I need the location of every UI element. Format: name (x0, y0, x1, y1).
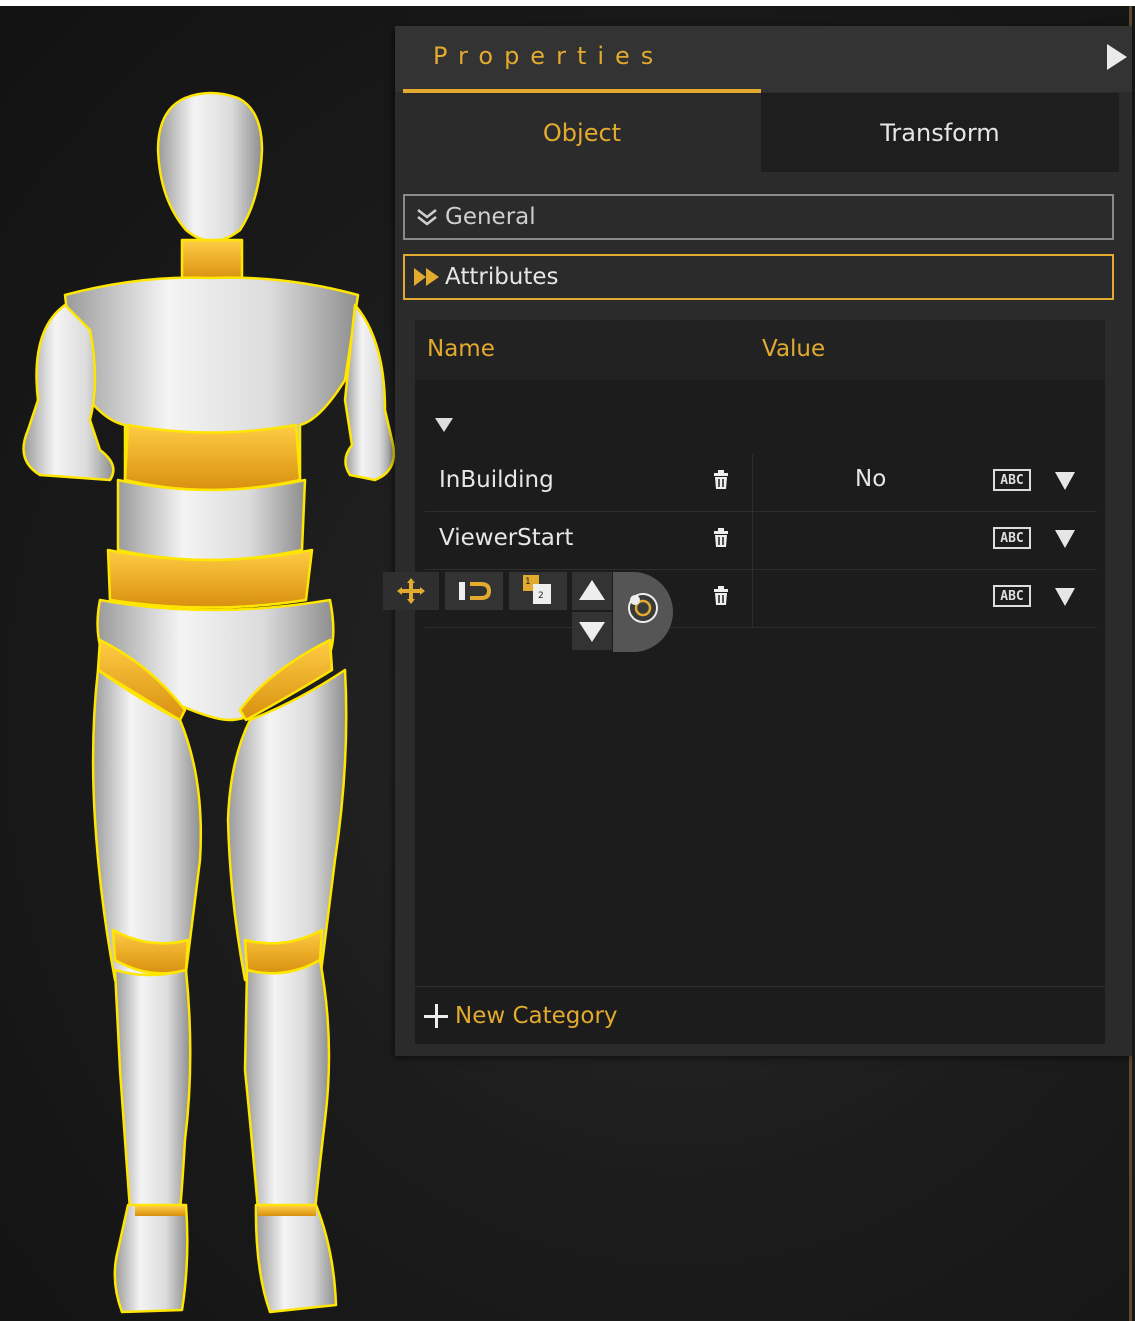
table-header: Name Value (415, 320, 1105, 380)
trash-icon[interactable] (712, 528, 730, 554)
move-icon[interactable] (383, 572, 439, 610)
trash-icon[interactable] (712, 470, 730, 496)
expand-toggle-icon[interactable] (435, 418, 453, 432)
dropdown-arrow-icon[interactable] (1055, 472, 1075, 490)
selected-mannequin-model[interactable] (0, 80, 420, 1320)
section-attributes-label: Attributes (445, 264, 559, 290)
tab-object-label: Object (542, 118, 622, 147)
abc-icon[interactable]: ABC (993, 469, 1031, 491)
dropdown-arrow-icon[interactable] (1055, 530, 1075, 548)
attribute-value[interactable]: No (855, 466, 886, 492)
plus-icon (423, 1003, 449, 1029)
abc-icon[interactable]: ABC (993, 585, 1031, 607)
trash-icon[interactable] (712, 586, 730, 612)
layer-order-icon[interactable]: 12 (509, 572, 567, 610)
attribute-name: ViewerStart (439, 525, 574, 551)
collapse-panel-icon[interactable] (1107, 44, 1127, 70)
pivot-icon[interactable] (613, 572, 673, 652)
dropdown-arrow-icon[interactable] (1055, 588, 1075, 606)
abc-icon[interactable]: ABC (993, 527, 1031, 549)
column-divider (752, 570, 753, 627)
column-name-header: Name (427, 336, 495, 362)
panel-title: Properties (433, 42, 665, 70)
panel-header: Properties (395, 26, 1132, 92)
tab-transform[interactable]: Transform (761, 93, 1119, 172)
tab-transform-label: Transform (880, 118, 1000, 147)
svg-text:1: 1 (525, 577, 531, 587)
fast-forward-icon (409, 267, 445, 287)
attribute-name: InBuilding (439, 467, 554, 493)
double-chevron-down-icon (409, 208, 445, 226)
move-down-icon[interactable] (572, 612, 612, 650)
attributes-table: Name Value InBuilding No ABC ViewerStart… (415, 320, 1105, 1044)
new-category-button[interactable]: New Category (415, 986, 1105, 1045)
svg-text:2: 2 (538, 591, 544, 601)
new-category-label: New Category (455, 1003, 618, 1029)
column-divider (752, 512, 753, 569)
table-row[interactable]: ViewerStart ABC (425, 512, 1097, 570)
column-divider (752, 454, 753, 511)
section-general-label: General (445, 204, 536, 230)
top-strip (0, 0, 1135, 6)
table-row[interactable]: InBuilding No ABC (425, 454, 1097, 512)
move-up-icon[interactable] (572, 572, 612, 610)
column-value-header: Value (762, 336, 826, 362)
section-general[interactable]: General (403, 194, 1114, 240)
properties-panel: Properties Object Transform General Attr… (395, 26, 1132, 1056)
tab-object[interactable]: Object (403, 93, 761, 172)
section-attributes[interactable]: Attributes (403, 254, 1114, 300)
snap-icon[interactable] (445, 572, 503, 610)
